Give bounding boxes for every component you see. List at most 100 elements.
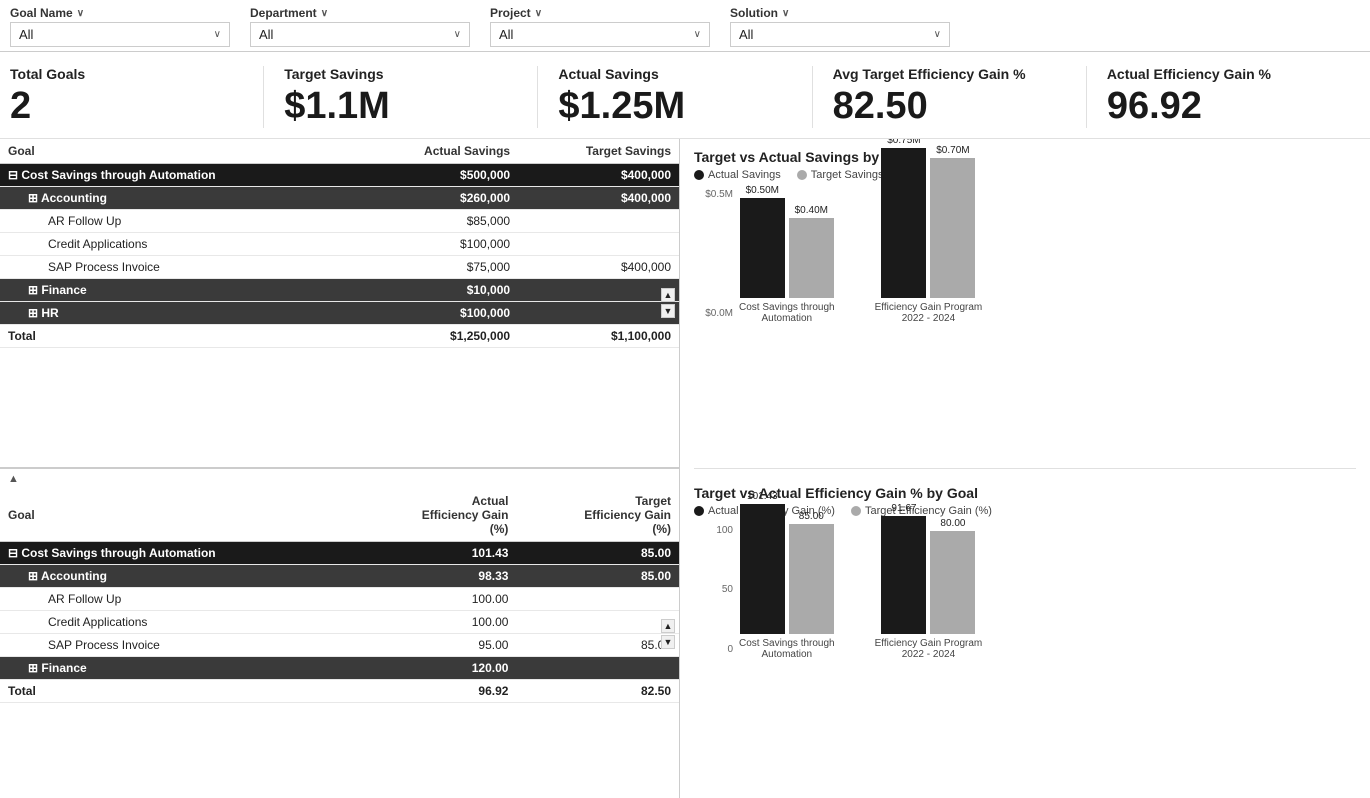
kpi-actual-efficiency: Actual Efficiency Gain % 96.92 [1087,66,1360,128]
actual-bar-wrapper: $0.50M [740,185,785,298]
cell-goal: SAP Process Invoice [0,634,354,657]
scroll-up-btn[interactable]: ▲ [661,288,675,302]
chevron-down-icon: ∨ [454,29,461,40]
cell-goal: Credit Applications [0,232,356,255]
th-col_goal: Goal [0,139,356,164]
filter-select-goal-name[interactable]: All ∨ [10,22,230,47]
filter-select-solution[interactable]: All ∨ [730,22,950,47]
filter-bar: Goal Name ∨ All ∨ Department ∨ All ∨ Pro… [0,0,1370,52]
table-row: ⊞ Accounting98.3385.00 [0,565,679,588]
target-bar-wrapper: $0.40M [789,205,834,298]
filter-group-project: Project ∨ All ∨ [490,6,710,47]
bar-group-label: Cost Savings throughAutomation [739,638,835,660]
chevron-down-icon: ∨ [214,29,221,40]
bar-group-label: Efficiency Gain Program2022 - 2024 [875,302,983,324]
table-row: Total$1,250,000$1,100,000 [0,324,679,347]
charts-section: Target vs Actual Savings by Goal Actual … [680,139,1370,798]
chart1-legend: Actual SavingsTarget Savings [694,169,1356,181]
cell-goal: ⊟ Cost Savings through Automation [0,163,356,186]
cell-actual: $100,000 [356,301,518,324]
table-row: Credit Applications100.00 [0,611,679,634]
cell-target [516,588,679,611]
th-col_goal: Goal [0,489,354,542]
legend-item: Actual Savings [694,169,781,181]
legend-dot-gray [851,506,861,516]
table-row: ⊟ Cost Savings through Automation$500,00… [0,163,679,186]
cell-target: 85.00 [516,634,679,657]
legend-label: Actual Savings [708,169,781,181]
legend-dot-black [694,506,704,516]
cell-target [516,657,679,680]
bar-value-label: $0.70M [936,145,969,156]
table-row: SAP Process Invoice$75,000$400,000 [0,255,679,278]
th-col_target: Target Savings [518,139,679,164]
target-bar-wrapper: $0.70M [930,145,975,298]
table-row: ⊞ Finance$10,000 [0,278,679,301]
bar-value-label: $0.50M [746,185,779,196]
chart1-area: $0.5M $0.0M $0.50M$0.40MCost Savings thr… [694,189,1356,344]
cell-target: 82.50 [516,680,679,703]
kpi-value-target-savings: $1.1M [284,86,517,128]
kpi-row: Total Goals 2 Target Savings $1.1M Actua… [0,52,1370,139]
filter-select-project[interactable]: All ∨ [490,22,710,47]
cell-actual: 100.00 [354,611,517,634]
bar-group: $0.75M$0.70MEfficiency Gain Program2022 … [875,139,983,324]
filter-label-goal-name: Goal Name ∨ [10,6,230,20]
scroll-down-btn-2[interactable]: ▼ [661,635,675,649]
cell-actual: $10,000 [356,278,518,301]
target-bar [930,158,975,298]
cell-target [518,301,679,324]
bar-group: $0.50M $0.40M Cost Savings throughAutomati… [739,185,835,324]
table-row: ⊞ Finance120.00 [0,657,679,680]
bar-value-label: 85.00 [799,511,824,522]
bar-group-label: Cost Savings throughAutomation [739,302,835,324]
cell-goal: ⊞ Accounting [0,186,356,209]
cell-target: $400,000 [518,255,679,278]
kpi-value-actual-efficiency: 96.92 [1107,86,1340,128]
table-row: AR Follow Up100.00 [0,588,679,611]
cell-actual: $75,000 [356,255,518,278]
cell-goal: Credit Applications [0,611,354,634]
scroll-indicator-1[interactable]: ▲ ▼ [661,288,675,318]
filter-select-department[interactable]: All ∨ [250,22,470,47]
kpi-title-actual-efficiency: Actual Efficiency Gain % [1107,66,1340,82]
bar-value-label: 101.43 [747,491,778,502]
bar-value-label: 80.00 [940,518,965,529]
table-row: ⊟ Cost Savings through Automation101.438… [0,542,679,565]
table-row: ⊞ HR$100,000 [0,301,679,324]
y-label: 0 [727,644,733,655]
scroll-indicator-2[interactable]: ▲ ▼ [661,619,675,649]
cell-goal: ⊟ Cost Savings through Automation [0,542,354,565]
kpi-total-goals: Total Goals 2 [10,66,264,128]
kpi-value-total-goals: 2 [10,86,243,128]
y-label: 50 [722,584,733,595]
kpi-target-savings: Target Savings $1.1M [264,66,538,128]
target-bar-wrapper: 85.00 [789,511,834,634]
table-row: ⊞ Accounting$260,000$400,000 [0,186,679,209]
actual-bar [740,198,785,298]
kpi-title-total-goals: Total Goals [10,66,243,82]
target-bar [930,531,975,634]
cell-actual: 100.00 [354,588,517,611]
efficiency-table: GoalActualEfficiency Gain(%)TargetEffici… [0,489,679,703]
kpi-avg-target-efficiency: Avg Target Efficiency Gain % 82.50 [813,66,1087,128]
actual-bar [881,148,926,298]
bar-value-label: 91.67 [891,503,916,514]
cell-actual: 101.43 [354,542,517,565]
kpi-actual-savings: Actual Savings $1.25M [538,66,812,128]
bar-group-label: Efficiency Gain Program2022 - 2024 [875,638,983,660]
chart1-block: Target vs Actual Savings by Goal Actual … [694,149,1356,452]
cell-target: $1,100,000 [518,324,679,347]
scroll-up-btn-2[interactable]: ▲ [661,619,675,633]
bar-group: 91.67 80.00 Efficiency Gain Program2022 - … [875,503,983,660]
th-col_actual: ActualEfficiency Gain(%) [354,489,517,542]
legend-dot-black [694,170,704,180]
cell-goal: ⊞ Finance [0,278,356,301]
chevron-icon: ∨ [77,8,84,19]
table-row: AR Follow Up$85,000 [0,209,679,232]
scroll-down-btn[interactable]: ▼ [661,304,675,318]
cell-target [516,611,679,634]
cell-actual: 95.00 [354,634,517,657]
bar-value-label: $0.40M [795,205,828,216]
cell-actual: $85,000 [356,209,518,232]
